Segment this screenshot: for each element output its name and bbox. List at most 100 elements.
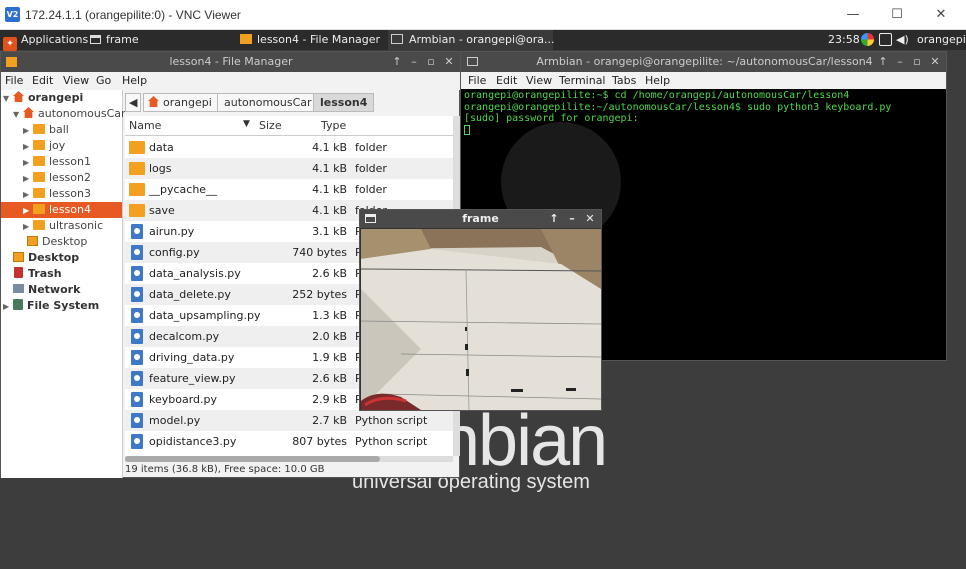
drive-icon [13,299,23,310]
sidebar-item-ultrasonic[interactable]: ▶ ultrasonic [23,218,103,234]
menu-file[interactable]: File [5,74,23,87]
horizontal-scrollbar[interactable] [125,456,453,462]
close-button[interactable]: ✕ [583,210,597,228]
sidebar-item-lesson2[interactable]: ▶ lesson2 [23,170,91,186]
minimize-button[interactable]: – [565,210,579,228]
taskbar-item-file-manager[interactable]: lesson4 - File Manager [240,30,380,50]
breadcrumb-orangepi[interactable]: orangepi [143,93,219,112]
file-row[interactable]: opidistance3.py 807 bytes Python script [125,431,453,452]
sidebar-item-ball[interactable]: ▶ ball [23,122,69,138]
top-panel: ✦ Applications frame lesson4 - File Manag… [0,30,966,51]
shade-button[interactable]: ↑ [547,210,561,228]
minimize-button[interactable]: – [892,52,908,72]
maximize-button[interactable]: ☐ [882,5,912,25]
clock[interactable]: 23:58 [828,30,860,50]
menu-view[interactable]: View [63,74,89,87]
applications-menu[interactable]: ✦ Applications [3,30,88,51]
sidebar-item-joy[interactable]: ▶ joy [23,138,65,154]
menu-view[interactable]: View [526,74,552,87]
folder-icon [33,172,45,182]
column-size[interactable]: Size [259,119,282,132]
expand-arrow-icon[interactable]: ▶ [23,155,33,171]
menu-tabs[interactable]: Tabs [612,74,636,87]
expand-arrow-icon[interactable]: ▶ [23,203,33,219]
display-icon[interactable] [879,33,892,46]
sidebar-item-lesson1[interactable]: ▶ lesson1 [23,154,91,170]
file-type: Python script [355,414,428,427]
close-button[interactable]: ✕ [926,5,956,25]
menu-terminal[interactable]: Terminal [559,74,606,87]
file-name: data_analysis.py [149,267,241,280]
file-size: 2.9 kB [312,393,347,406]
file-size: 1.9 kB [312,351,347,364]
file-name: airun.py [149,225,195,238]
expand-arrow-icon[interactable]: ▶ [23,139,33,155]
volume-icon[interactable]: ◀) [896,30,909,50]
sidebar-item-trash[interactable]: Trash [14,266,62,282]
menu-file[interactable]: File [468,74,486,87]
menu-help[interactable]: Help [645,74,670,87]
window-icon [90,35,101,44]
scroll-thumb[interactable] [125,456,380,462]
close-button[interactable]: ✕ [441,52,457,72]
file-row[interactable]: __pycache__ 4.1 kB folder [125,179,453,200]
expand-arrow-icon[interactable]: ▶ [23,187,33,203]
terminal-titlebar[interactable]: Armbian - orangepi@orangepilite: ~/auton… [461,52,946,72]
terminal-line: orangepi@orangepilite:~$ cd /home/orange… [464,90,850,101]
vnc-window-title: 172.24.1.1 (orangepilite:0) - VNC Viewer [25,8,241,22]
column-name[interactable]: Name [129,119,161,132]
file-manager-titlebar[interactable]: lesson4 - File Manager ↑ – ▫ ✕ [1,52,461,72]
file-manager-sidebar: ▼ orangepi ▼ autonomousCar ▶ ball ▶ joy ▶ les… [1,90,126,478]
sidebar-item-filesystem[interactable]: ▶ File System [3,298,99,314]
sidebar-item-label: ball [49,123,69,136]
maximize-button[interactable]: ▫ [423,52,439,72]
sidebar-item-home[interactable]: ▼ orangepi [3,90,83,106]
home-icon [148,96,159,107]
file-size: 3.1 kB [312,225,347,238]
file-name: data [149,141,174,154]
terminal-output[interactable]: orangepi@orangepilite:~$ cd /home/orange… [464,90,944,137]
breadcrumb-lesson4[interactable]: lesson4 [313,93,375,112]
user-menu[interactable]: orangepi [917,30,966,50]
expand-arrow-icon[interactable]: ▼ [13,107,23,123]
file-name: data_delete.py [149,288,231,301]
sidebar-item-desktop[interactable]: Desktop [13,250,79,266]
sort-arrow-icon[interactable]: ▼ [243,119,250,129]
sidebar-item-label: autonomousCar [38,107,126,120]
sidebar-item-label: lesson2 [49,171,91,184]
frame-titlebar[interactable]: frame ↑ – ✕ [360,210,601,228]
minimize-button[interactable]: — [838,5,868,25]
sidebar-item-lesson3[interactable]: ▶ lesson3 [23,186,91,202]
menu-edit[interactable]: Edit [496,74,517,87]
file-row[interactable]: logs 4.1 kB folder [125,158,453,179]
sidebar-item-autonomouscar[interactable]: ▼ autonomousCar [13,106,126,122]
sidebar-item-desktop-folder[interactable]: Desktop [27,234,87,250]
expand-arrow-icon[interactable]: ▶ [23,171,33,187]
sidebar-item-lesson4[interactable]: ▶ lesson4 [1,202,122,218]
breadcrumb-autonomouscar[interactable]: autonomousCar [217,93,319,112]
taskbar-item-frame[interactable]: frame [88,30,139,50]
shade-button[interactable]: ↑ [389,52,405,72]
file-row[interactable]: data 4.1 kB folder [125,137,453,158]
expand-arrow-icon[interactable]: ▶ [23,123,33,139]
back-button[interactable]: ◀ [125,93,142,112]
menu-help[interactable]: Help [122,74,147,87]
expand-arrow-icon[interactable]: ▼ [3,91,13,107]
minimize-button[interactable]: – [406,52,422,72]
shade-button[interactable]: ↑ [875,52,891,72]
python-file-icon [131,413,143,428]
menu-edit[interactable]: Edit [32,74,53,87]
maximize-button[interactable]: ▫ [909,52,925,72]
file-row[interactable]: model.py 2.7 kB Python script [125,410,453,431]
sidebar-item-network[interactable]: Network [13,282,80,298]
taskbar-item-terminal[interactable]: Armbian - orangepi@ora... [388,30,555,50]
file-type: folder [355,183,387,196]
close-button[interactable]: ✕ [927,52,943,72]
expand-arrow-icon[interactable]: ▶ [23,219,33,235]
menu-go[interactable]: Go [96,74,111,87]
terminal-line: [sudo] password for orangepi: [464,113,639,124]
column-type[interactable]: Type [321,119,346,132]
color-wheel-icon[interactable] [861,33,874,46]
expand-arrow-icon[interactable]: ▶ [3,299,13,315]
file-size: 740 bytes [292,246,347,259]
